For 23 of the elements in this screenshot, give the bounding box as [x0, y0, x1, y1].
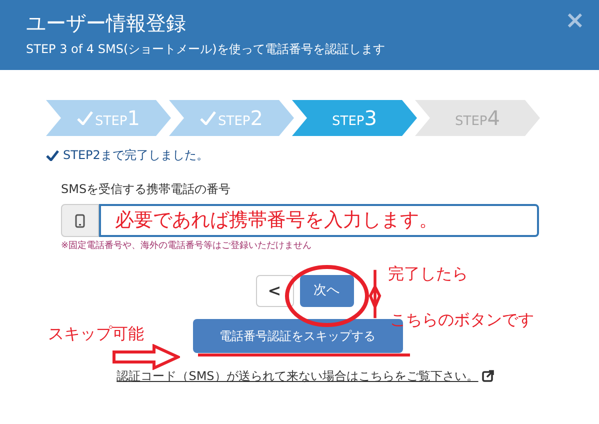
dialog-title: ユーザー情報登録: [26, 10, 187, 36]
step-label: STEP1: [95, 105, 140, 132]
step-label: STEP4: [455, 105, 500, 132]
annotation-text: 完了したら: [388, 263, 468, 285]
phone-icon: [61, 204, 99, 237]
status-text: STEP2まで完了しました。: [63, 147, 208, 164]
back-button[interactable]: <: [256, 274, 294, 306]
bracket-annotation: [368, 268, 382, 320]
phone-input[interactable]: 必要であれば携帯番号を入力します。: [99, 204, 539, 237]
step-label: STEP3: [332, 105, 377, 132]
field-note: ※固定電話番号や、海外の電話番号等はご登録いただけません: [61, 240, 313, 253]
external-link-icon: [482, 370, 494, 382]
check-icon: [46, 150, 59, 160]
check-icon: [200, 111, 216, 125]
field-label: SMSを受信する携帯電話の番号: [61, 181, 232, 198]
arrow-annotation: [112, 344, 180, 370]
help-link[interactable]: 認証コード（SMS）が送られて来ない場合はこちらをご覧下さい。: [116, 366, 478, 384]
check-icon: [77, 111, 93, 125]
close-button[interactable]: ×: [564, 8, 585, 32]
annotation-text: スキップ可能: [48, 323, 144, 345]
next-button[interactable]: 次へ: [300, 274, 354, 306]
dialog-subtitle: STEP 3 of 4 SMS(ショートメール)を使って電話番号を認証します: [26, 41, 386, 58]
step-label: STEP2: [218, 105, 263, 132]
